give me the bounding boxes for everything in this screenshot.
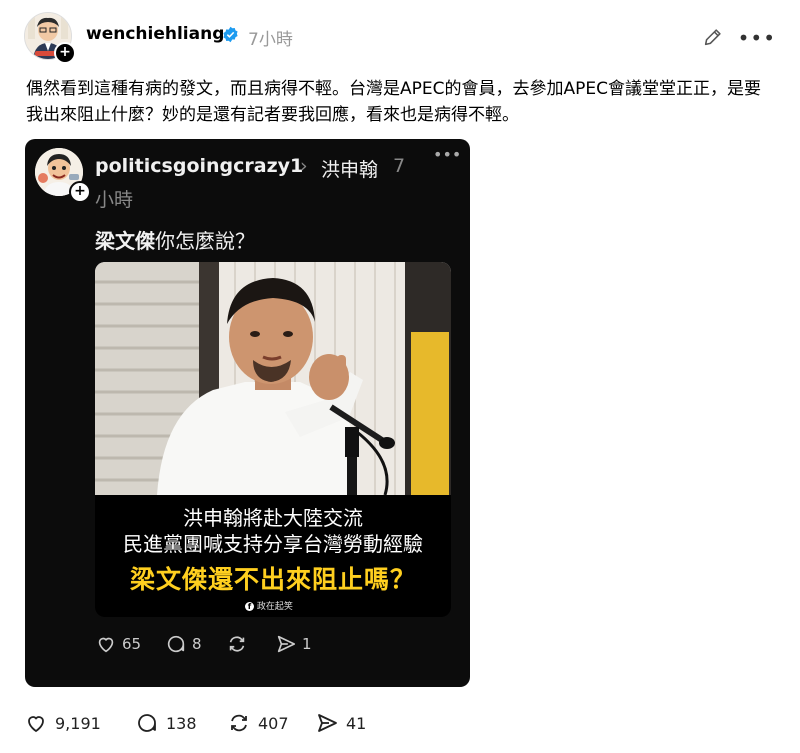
quoted-post[interactable]: + politicsgoingcrazy1 › 洪申翰 7 小時 ••• 梁文傑… [25, 139, 470, 687]
post-time: 7小時 [248, 30, 293, 50]
heart-icon [28, 716, 44, 733]
share-icon [277, 635, 296, 653]
post-body: 偶然看到這種有病的發文，而且病得不輕。台灣是APEC的會員，去參加APEC會議堂… [26, 79, 761, 125]
caption-line-2: 民進黨團喊支持分享台灣勞動經驗 [123, 532, 423, 556]
repost-icon [231, 714, 247, 732]
like-button[interactable]: 9,191 [24, 711, 101, 735]
quoted-comment-button[interactable]: 8 [165, 633, 202, 655]
quoted-repost-button[interactable] [226, 633, 253, 655]
repost-icon [229, 636, 245, 652]
repost-button[interactable]: 407 [227, 711, 289, 735]
comment-button[interactable]: 138 [135, 711, 197, 735]
quoted-text-bold: 梁文傑 [95, 229, 155, 253]
quoted-text-rest: 你怎麼說？ [155, 229, 255, 253]
quoted-comment-count: 8 [192, 635, 202, 653]
chevron-right-icon: › [300, 155, 308, 177]
quoted-time-unit: 小時 [95, 189, 134, 211]
quoted-more-icon[interactable]: ••• [433, 145, 461, 164]
quoted-share-count: 1 [302, 635, 312, 653]
share-count: 41 [346, 713, 367, 733]
quoted-like-count: 65 [122, 635, 142, 653]
speaker-photo [95, 262, 451, 495]
comment-icon [167, 635, 185, 653]
quoted-time-number: 7 [393, 155, 406, 177]
quoted-follow-plus-icon[interactable]: + [69, 181, 91, 203]
like-count: 9,191 [55, 713, 101, 733]
facebook-icon: f [245, 602, 254, 611]
quoted-like-button[interactable]: 65 [95, 633, 141, 655]
repost-count: 407 [258, 713, 289, 733]
quoted-image[interactable]: 洪申翰將赴大陸交流 民進黨團喊支持分享台灣勞動經驗 梁文傑還不出來阻止嗎？ f … [95, 262, 451, 617]
heart-icon [98, 637, 114, 653]
share-icon [318, 714, 337, 732]
more-icon[interactable]: ••• [738, 26, 776, 50]
watermark-text: 政在起笑 [256, 602, 293, 612]
quoted-username[interactable]: politicsgoingcrazy1 [95, 155, 303, 177]
share-button[interactable]: 41 [315, 711, 366, 735]
quoted-reply-target[interactable]: 洪申翰 [321, 155, 378, 182]
comment-icon [138, 714, 156, 732]
edit-icon[interactable] [702, 26, 724, 48]
caption-line-1: 洪申翰將赴大陸交流 [183, 506, 363, 530]
watermark: f 政在起笑 [245, 599, 293, 612]
verified-icon [223, 26, 238, 43]
post-header: + wenchiehliang 7小時 ••• [24, 12, 780, 64]
post-username[interactable]: wenchiehliang [86, 24, 224, 44]
quoted-share-button[interactable]: 1 [275, 633, 312, 655]
caption-line-3: 梁文傑還不出來阻止嗎？ [129, 565, 416, 594]
comment-count: 138 [166, 713, 197, 733]
quoted-text: 梁文傑你怎麼說？ [95, 225, 255, 254]
follow-plus-icon[interactable]: + [54, 42, 76, 64]
